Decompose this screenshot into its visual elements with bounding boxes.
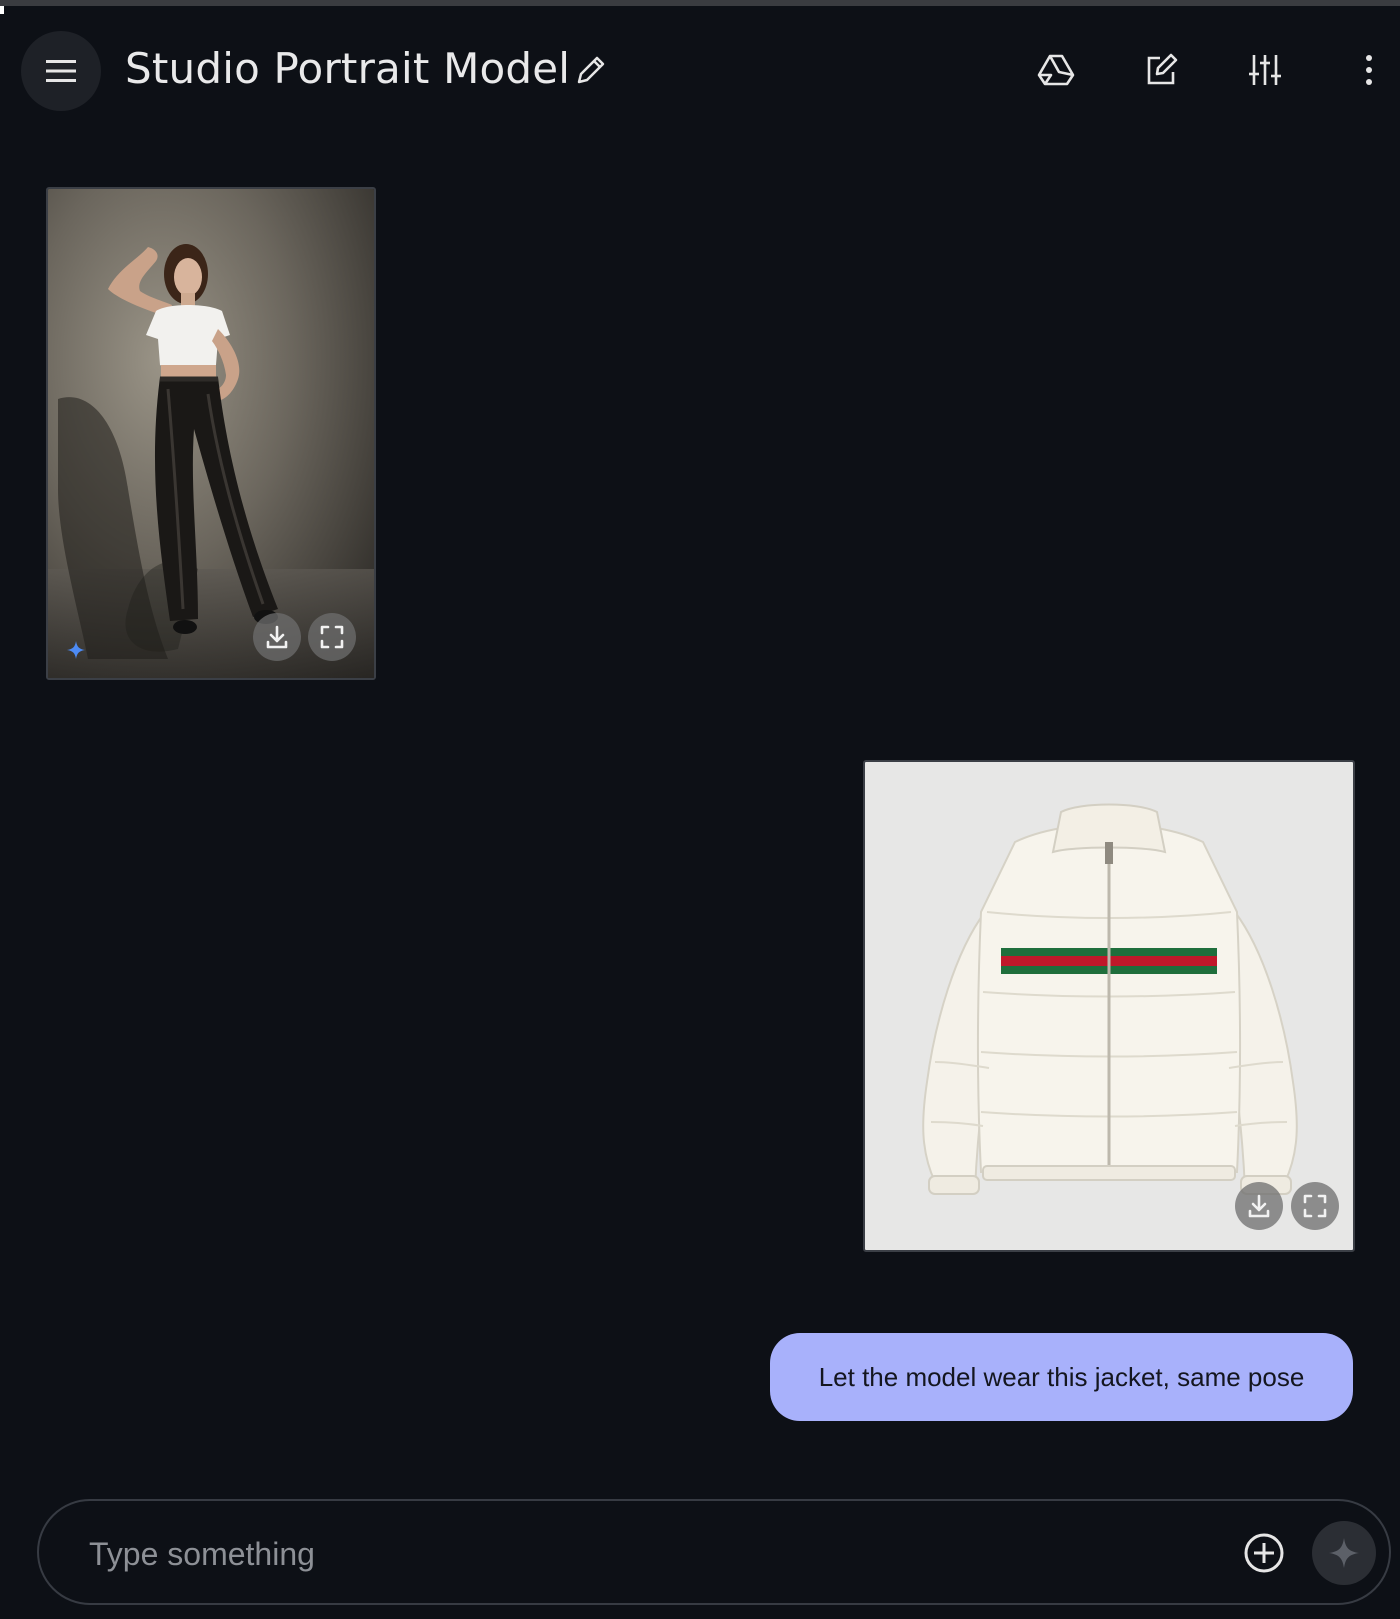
- message-input[interactable]: [87, 1525, 1091, 1583]
- more-button[interactable]: [1349, 50, 1389, 90]
- fullscreen-icon: [1303, 1194, 1327, 1218]
- download-button[interactable]: [253, 613, 301, 661]
- ai-generated-sparkle-icon: [66, 640, 86, 660]
- model-portrait-image: [48, 189, 374, 678]
- download-icon: [1248, 1194, 1270, 1218]
- sparkle-icon: [1329, 1538, 1359, 1568]
- composer: [37, 1499, 1391, 1605]
- white-puffer-jacket-image: [865, 762, 1353, 1250]
- new-chat-icon: [1147, 53, 1178, 85]
- download-button[interactable]: [1235, 1182, 1283, 1230]
- new-chat-button[interactable]: [1141, 50, 1181, 90]
- edit-title-button[interactable]: [573, 52, 609, 88]
- user-message-bubble: Let the model wear this jacket, same pos…: [770, 1333, 1353, 1421]
- send-button[interactable]: [1312, 1521, 1376, 1585]
- fullscreen-button[interactable]: [1291, 1182, 1339, 1230]
- fullscreen-button[interactable]: [308, 613, 356, 661]
- add-circle-icon: [1244, 1533, 1284, 1573]
- more-vert-icon: [1366, 55, 1372, 85]
- fullscreen-icon: [320, 625, 344, 649]
- uploaded-image-card[interactable]: [863, 760, 1355, 1252]
- tune-icon: [1249, 55, 1281, 85]
- page-title: Studio Portrait Model: [125, 44, 571, 93]
- generated-image-card[interactable]: [46, 187, 376, 680]
- add-attachment-button[interactable]: [1242, 1531, 1286, 1575]
- app-header: Studio Portrait Model: [0, 6, 1400, 136]
- edit-title-icon: [577, 56, 605, 84]
- drive-button[interactable]: [1036, 50, 1076, 90]
- drive-icon: [1037, 54, 1075, 86]
- tune-button[interactable]: [1245, 50, 1285, 90]
- menu-button[interactable]: [21, 31, 101, 111]
- download-icon: [266, 625, 288, 649]
- menu-icon: [46, 60, 76, 82]
